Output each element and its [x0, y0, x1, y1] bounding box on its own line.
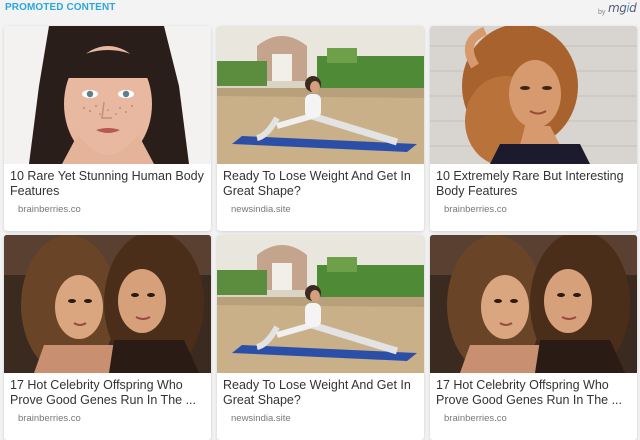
card-title[interactable]: 17 Hot Celebrity Offspring Who Prove Goo…	[436, 378, 632, 407]
mother-daughter-image	[430, 235, 637, 373]
card-thumbnail[interactable]	[430, 235, 637, 373]
card-thumbnail[interactable]	[430, 26, 637, 164]
woman-freckles-image	[4, 26, 211, 164]
card-source[interactable]: newsindia.site	[231, 413, 291, 424]
card-title[interactable]: Ready To Lose Weight And Get In Great Sh…	[223, 169, 419, 198]
card-source[interactable]: brainberries.co	[444, 413, 507, 424]
card-source[interactable]: brainberries.co	[18, 204, 81, 215]
content-card[interactable]: 10 Rare Yet Stunning Human Body Features…	[4, 26, 211, 231]
card-source[interactable]: brainberries.co	[444, 204, 507, 215]
card-title[interactable]: Ready To Lose Weight And Get In Great Sh…	[223, 378, 419, 407]
woman-yoga-image	[217, 235, 424, 373]
content-card[interactable]: Ready To Lose Weight And Get In Great Sh…	[217, 26, 424, 231]
widget-header: PROMOTED CONTENT by mgid	[0, 0, 640, 22]
woman-yoga-image	[217, 26, 424, 164]
promoted-content-label: PROMOTED CONTENT	[5, 2, 116, 13]
by-label: by	[598, 9, 606, 16]
mother-daughter-image	[4, 235, 211, 373]
card-thumbnail[interactable]	[217, 235, 424, 373]
mgid-logo[interactable]: mgid	[608, 1, 637, 15]
content-card[interactable]: 10 Extremely Rare But Interesting Body F…	[430, 26, 637, 231]
card-thumbnail[interactable]	[4, 235, 211, 373]
card-source[interactable]: newsindia.site	[231, 204, 291, 215]
woman-curly-hair-image	[430, 26, 637, 164]
content-card[interactable]: Ready To Lose Weight And Get In Great Sh…	[217, 235, 424, 440]
card-title[interactable]: 10 Rare Yet Stunning Human Body Features	[10, 169, 206, 198]
card-thumbnail[interactable]	[217, 26, 424, 164]
card-thumbnail[interactable]	[4, 26, 211, 164]
content-card[interactable]: 17 Hot Celebrity Offspring Who Prove Goo…	[4, 235, 211, 440]
card-title[interactable]: 17 Hot Celebrity Offspring Who Prove Goo…	[10, 378, 206, 407]
card-title[interactable]: 10 Extremely Rare But Interesting Body F…	[436, 169, 632, 198]
content-card[interactable]: 17 Hot Celebrity Offspring Who Prove Goo…	[430, 235, 637, 440]
card-source[interactable]: brainberries.co	[18, 413, 81, 424]
